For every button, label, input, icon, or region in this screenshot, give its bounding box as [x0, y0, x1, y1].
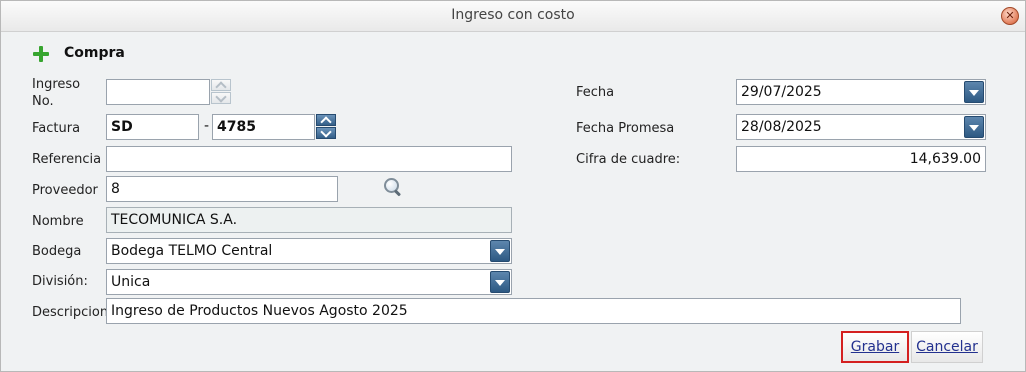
- dialog-window: Ingreso con costo ✕ Compra Ingreso No. F…: [0, 0, 1026, 372]
- search-handle: [393, 189, 402, 197]
- fecha-promesa-value: 28/08/2025: [741, 119, 822, 135]
- nombre-field: TECOMUNICA S.A.: [106, 207, 512, 233]
- proveedor-label: Proveedor: [32, 183, 98, 198]
- fecha-promesa-select[interactable]: 28/08/2025: [736, 114, 986, 140]
- search-icon[interactable]: [383, 177, 403, 197]
- fecha-label: Fecha: [576, 85, 615, 100]
- descripcion-field[interactable]: Ingreso de Productos Nuevos Agosto 2025: [106, 298, 961, 324]
- ingreso-label-line1: Ingreso: [32, 77, 81, 92]
- ingreso-no-field[interactable]: [106, 79, 210, 105]
- plus-icon: [33, 46, 49, 62]
- factura-serie-field[interactable]: SD: [106, 114, 199, 140]
- factura-numero-spinner[interactable]: [316, 114, 336, 140]
- title-bar: Ingreso con costo ✕: [1, 1, 1025, 32]
- spinner-up-icon[interactable]: [316, 114, 336, 126]
- factura-separator: -: [204, 118, 210, 134]
- division-label: División:: [32, 274, 88, 289]
- fecha-select[interactable]: 29/07/2025: [736, 79, 986, 105]
- fecha-value: 29/07/2025: [741, 84, 822, 100]
- proveedor-field[interactable]: 8: [106, 176, 338, 202]
- grabar-button[interactable]: Grabar: [841, 331, 909, 363]
- bodega-label: Bodega: [32, 244, 82, 259]
- dialog-title: Ingreso con costo: [451, 7, 575, 23]
- bodega-select[interactable]: Bodega TELMO Central: [106, 238, 512, 264]
- factura-numero-field[interactable]: 4785: [212, 114, 315, 140]
- chevron-down-icon[interactable]: [490, 271, 510, 293]
- nombre-label: Nombre: [32, 214, 84, 229]
- spinner-down-icon[interactable]: [211, 92, 231, 104]
- ingreso-label-line2: No.: [32, 94, 54, 109]
- cifra-cuadre-field[interactable]: 14,639.00: [736, 146, 986, 172]
- close-icon[interactable]: ✕: [1001, 7, 1019, 25]
- cifra-label: Cifra de cuadre:: [576, 152, 681, 167]
- spinner-up-icon[interactable]: [211, 79, 231, 91]
- spinner-down-icon[interactable]: [316, 127, 336, 139]
- chevron-down-icon[interactable]: [490, 240, 510, 262]
- descripcion-label: Descripcion: [32, 305, 109, 320]
- ingreso-no-spinner[interactable]: [211, 79, 231, 105]
- chevron-down-icon[interactable]: [964, 81, 984, 103]
- referencia-field[interactable]: [106, 146, 512, 172]
- division-select[interactable]: Unica: [106, 269, 512, 295]
- fecha-promesa-label: Fecha Promesa: [576, 121, 675, 136]
- referencia-label: Referencia: [32, 152, 102, 167]
- bodega-value: Bodega TELMO Central: [111, 243, 273, 259]
- factura-label: Factura: [32, 121, 81, 136]
- chevron-down-icon[interactable]: [964, 116, 984, 138]
- section-title: Compra: [64, 45, 125, 61]
- cancelar-button[interactable]: Cancelar: [911, 331, 983, 363]
- division-value: Unica: [111, 274, 151, 290]
